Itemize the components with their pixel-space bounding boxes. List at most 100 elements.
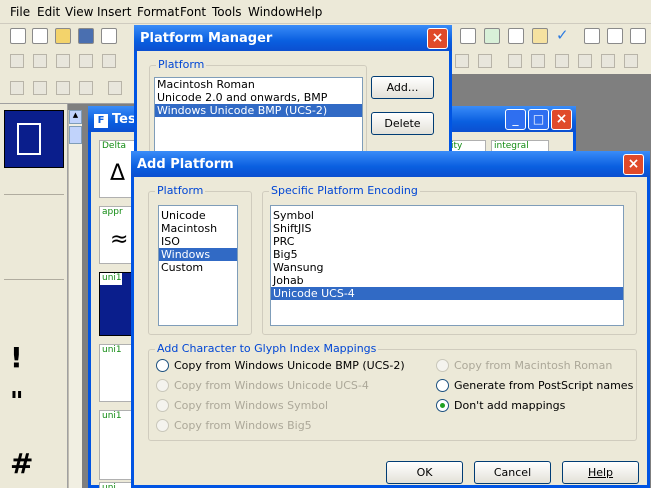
add-platform-dialog: Add Platform × Platform Unicode Macintos… bbox=[131, 151, 650, 488]
radio-copy-symbol: Copy from Windows Symbol bbox=[156, 399, 328, 412]
delete-button[interactable]: Delete bbox=[371, 112, 434, 135]
list-item[interactable]: ISO bbox=[159, 235, 237, 248]
platform-list[interactable]: Macintosh Roman Unicode 2.0 and onwards,… bbox=[154, 77, 363, 157]
list-item[interactable]: Unicode UCS-4 bbox=[271, 287, 623, 300]
next-icon[interactable] bbox=[478, 54, 492, 68]
list-item[interactable]: PRC bbox=[271, 235, 623, 248]
radio-label: Copy from Windows Unicode UCS-4 bbox=[174, 379, 369, 392]
menu-file[interactable]: File bbox=[10, 5, 30, 19]
maximize-button[interactable]: □ bbox=[528, 109, 549, 130]
table-icon[interactable] bbox=[584, 28, 600, 44]
component3-icon[interactable] bbox=[56, 81, 70, 95]
align-icon[interactable] bbox=[531, 54, 545, 68]
menu-font[interactable]: Font bbox=[180, 5, 206, 19]
ok-button[interactable]: OK bbox=[386, 461, 463, 484]
menu-insert[interactable]: Insert bbox=[97, 5, 131, 19]
list-item[interactable]: Macintosh bbox=[159, 222, 237, 235]
radio-label: Don't add mappings bbox=[454, 399, 566, 412]
list-item[interactable]: ShiftJIS bbox=[271, 222, 623, 235]
insert-row-icon[interactable] bbox=[607, 28, 623, 44]
list-item[interactable]: Unicode 2.0 and onwards, BMP bbox=[155, 91, 362, 104]
component-icon[interactable] bbox=[10, 81, 24, 95]
minimize-button[interactable]: _ bbox=[505, 109, 526, 130]
menu-format[interactable]: Format bbox=[137, 5, 179, 19]
list-item[interactable]: Custom bbox=[159, 261, 237, 274]
scroll-thumb[interactable] bbox=[69, 126, 82, 144]
radio-copy-ucs4: Copy from Windows Unicode UCS-4 bbox=[156, 379, 369, 392]
validate-icon[interactable] bbox=[484, 28, 500, 44]
list-item[interactable]: Windows bbox=[159, 248, 237, 261]
encoding-list[interactable]: Symbol ShiftJIS PRC Big5 Wansung Johab U… bbox=[270, 205, 624, 326]
radio-copy-mac-roman: Copy from Macintosh Roman bbox=[436, 359, 612, 372]
list-item[interactable]: Johab bbox=[271, 274, 623, 287]
platform-type-list[interactable]: Unicode Macintosh ISO Windows Custom bbox=[158, 205, 238, 326]
palette-glyph-quote[interactable]: " bbox=[10, 387, 24, 417]
tag-icon[interactable] bbox=[532, 28, 548, 44]
list-item[interactable]: Wansung bbox=[271, 261, 623, 274]
menu-window[interactable]: Window bbox=[248, 5, 295, 19]
palette-scrollbar[interactable]: ▲ bbox=[68, 110, 82, 488]
menu-edit[interactable]: Edit bbox=[37, 5, 60, 19]
add-platform-titlebar[interactable]: Add Platform bbox=[131, 151, 650, 177]
move-icon[interactable] bbox=[601, 54, 615, 68]
platform-manager-close-button[interactable]: × bbox=[427, 28, 448, 49]
open-folder-icon[interactable] bbox=[55, 28, 71, 44]
palette-glyph-exclam[interactable]: ! bbox=[10, 341, 23, 374]
list-item[interactable]: Big5 bbox=[271, 248, 623, 261]
list-item[interactable]: Unicode bbox=[159, 209, 237, 222]
prev-icon[interactable] bbox=[455, 54, 469, 68]
add-button[interactable]: Add... bbox=[371, 76, 434, 99]
radio-generate-postscript[interactable]: Generate from PostScript names bbox=[436, 379, 633, 392]
radio-label: Copy from Windows Unicode BMP (UCS-2) bbox=[174, 359, 405, 372]
notdef-glyph bbox=[17, 123, 41, 155]
pen-icon[interactable] bbox=[79, 54, 93, 68]
palette-glyph-number[interactable]: # bbox=[10, 447, 33, 480]
glyph-palette: ! " # bbox=[0, 104, 68, 488]
align-left-icon[interactable] bbox=[108, 81, 122, 95]
component2-icon[interactable] bbox=[33, 81, 47, 95]
list-item[interactable]: Symbol bbox=[271, 209, 623, 222]
table-props-icon[interactable] bbox=[630, 28, 646, 44]
save-all-icon[interactable] bbox=[101, 28, 117, 44]
platform-manager-titlebar[interactable]: Platform Manager bbox=[134, 25, 452, 51]
list-item[interactable]: Windows Unicode BMP (UCS-2) bbox=[155, 104, 362, 117]
menu-help[interactable]: Help bbox=[295, 5, 322, 19]
select-icon[interactable] bbox=[10, 54, 24, 68]
component4-icon[interactable] bbox=[79, 81, 93, 95]
radio-copy-big5: Copy from Windows Big5 bbox=[156, 419, 312, 432]
encoding-label: Specific Platform Encoding bbox=[269, 184, 420, 197]
scroll-up-icon[interactable]: ▲ bbox=[69, 110, 82, 124]
metrics-icon[interactable] bbox=[624, 54, 638, 68]
platform-type-label: Platform bbox=[155, 184, 206, 197]
cell-tag: uni bbox=[102, 483, 116, 488]
checkmark-icon[interactable]: ✓ bbox=[556, 28, 572, 44]
radio-copy-ucs2[interactable]: Copy from Windows Unicode BMP (UCS-2) bbox=[156, 359, 405, 372]
open-template-icon[interactable] bbox=[32, 28, 48, 44]
cell-tag: uni1 bbox=[102, 345, 122, 355]
sort-icon[interactable] bbox=[460, 28, 476, 44]
cancel-button[interactable]: Cancel bbox=[474, 461, 551, 484]
bbox-icon[interactable] bbox=[578, 54, 592, 68]
cell-glyph: ≈ bbox=[110, 227, 129, 252]
menu-bar: File Edit View Insert Format Font Tools … bbox=[0, 0, 651, 24]
new-icon[interactable] bbox=[10, 28, 26, 44]
distribute-icon[interactable] bbox=[555, 54, 569, 68]
font-window-close-button[interactable]: × bbox=[551, 109, 572, 130]
palette-selected-cell[interactable] bbox=[4, 110, 64, 168]
list-item[interactable]: Macintosh Roman bbox=[155, 78, 362, 91]
hand-icon[interactable] bbox=[56, 54, 70, 68]
radio-no-mappings[interactable]: Don't add mappings bbox=[436, 399, 565, 412]
menu-view[interactable]: View bbox=[65, 5, 93, 19]
text-icon[interactable] bbox=[508, 28, 524, 44]
cell-tag: uni1 bbox=[102, 411, 122, 421]
lasso-icon[interactable] bbox=[33, 54, 47, 68]
cell-tag: Delta bbox=[102, 141, 127, 151]
pencil-icon[interactable] bbox=[102, 54, 116, 68]
grid-icon[interactable] bbox=[508, 54, 522, 68]
app-icon: F bbox=[94, 114, 108, 128]
cell-tag: appr bbox=[102, 207, 123, 217]
add-platform-close-button[interactable]: × bbox=[623, 154, 644, 175]
help-button[interactable]: Help bbox=[562, 461, 639, 484]
menu-tools[interactable]: Tools bbox=[212, 5, 242, 19]
save-icon[interactable] bbox=[78, 28, 94, 44]
